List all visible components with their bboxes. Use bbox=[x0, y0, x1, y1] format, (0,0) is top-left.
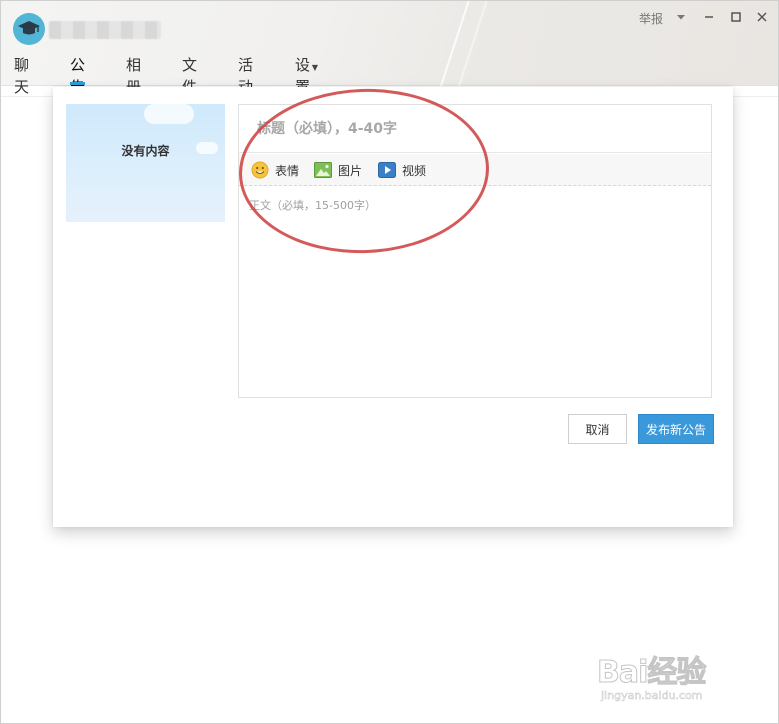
tab-settings[interactable]: 设置 ▼ bbox=[295, 54, 318, 96]
close-icon[interactable] bbox=[754, 9, 770, 25]
publish-button[interactable]: 发布新公告 bbox=[638, 414, 714, 444]
image-button[interactable]: 图片 bbox=[314, 160, 362, 180]
background-streak bbox=[436, 1, 472, 99]
new-announcement-dialog: 没有内容 表情 bbox=[53, 87, 733, 527]
cloud-decoration bbox=[144, 104, 194, 124]
tab-album[interactable]: 相册 bbox=[126, 54, 141, 96]
active-tab-indicator bbox=[70, 82, 86, 85]
group-window: 举报 聊天 公告 相册 文件 bbox=[0, 0, 779, 724]
image-label: 图片 bbox=[338, 163, 363, 178]
baidu-watermark: Bai经验 jingyan.baidu.com bbox=[596, 639, 747, 709]
preview-empty-text: 没有内容 bbox=[121, 144, 170, 158]
menu-dropdown-icon[interactable] bbox=[673, 9, 689, 25]
maximize-icon[interactable] bbox=[728, 9, 744, 25]
video-button[interactable]: 视频 bbox=[378, 160, 426, 180]
title-input[interactable] bbox=[239, 105, 711, 153]
tab-chat[interactable]: 聊天 bbox=[14, 54, 29, 96]
tab-files[interactable]: 文件 bbox=[182, 54, 197, 96]
title-bar: 举报 聊天 公告 相册 文件 bbox=[1, 1, 778, 99]
emoji-label: 表情 bbox=[275, 163, 300, 178]
background-streak bbox=[454, 1, 490, 99]
emoji-button[interactable]: 表情 bbox=[251, 160, 299, 180]
emoji-icon bbox=[251, 161, 269, 179]
group-name-blurred bbox=[49, 21, 161, 39]
minimize-icon[interactable] bbox=[701, 9, 717, 25]
group-avatar-icon[interactable] bbox=[13, 13, 45, 45]
tab-activities[interactable]: 活动 bbox=[238, 54, 253, 96]
cancel-button[interactable]: 取消 bbox=[568, 414, 627, 444]
tab-announcements[interactable]: 公告 bbox=[70, 54, 86, 96]
watermark-url: jingyan.baidu.com bbox=[601, 689, 703, 703]
video-label: 视频 bbox=[402, 163, 427, 178]
watermark-logo: Bai经验 bbox=[596, 655, 706, 691]
body-textarea[interactable] bbox=[239, 187, 711, 397]
announcement-preview: 没有内容 bbox=[66, 104, 225, 222]
chevron-down-icon: ▼ bbox=[311, 63, 319, 72]
image-icon bbox=[314, 162, 332, 178]
announcement-editor: 表情 图片 视频 bbox=[238, 104, 712, 398]
video-icon bbox=[378, 162, 396, 178]
report-link[interactable]: 举报 bbox=[639, 10, 663, 27]
editor-toolbar: 表情 图片 视频 bbox=[239, 154, 711, 186]
